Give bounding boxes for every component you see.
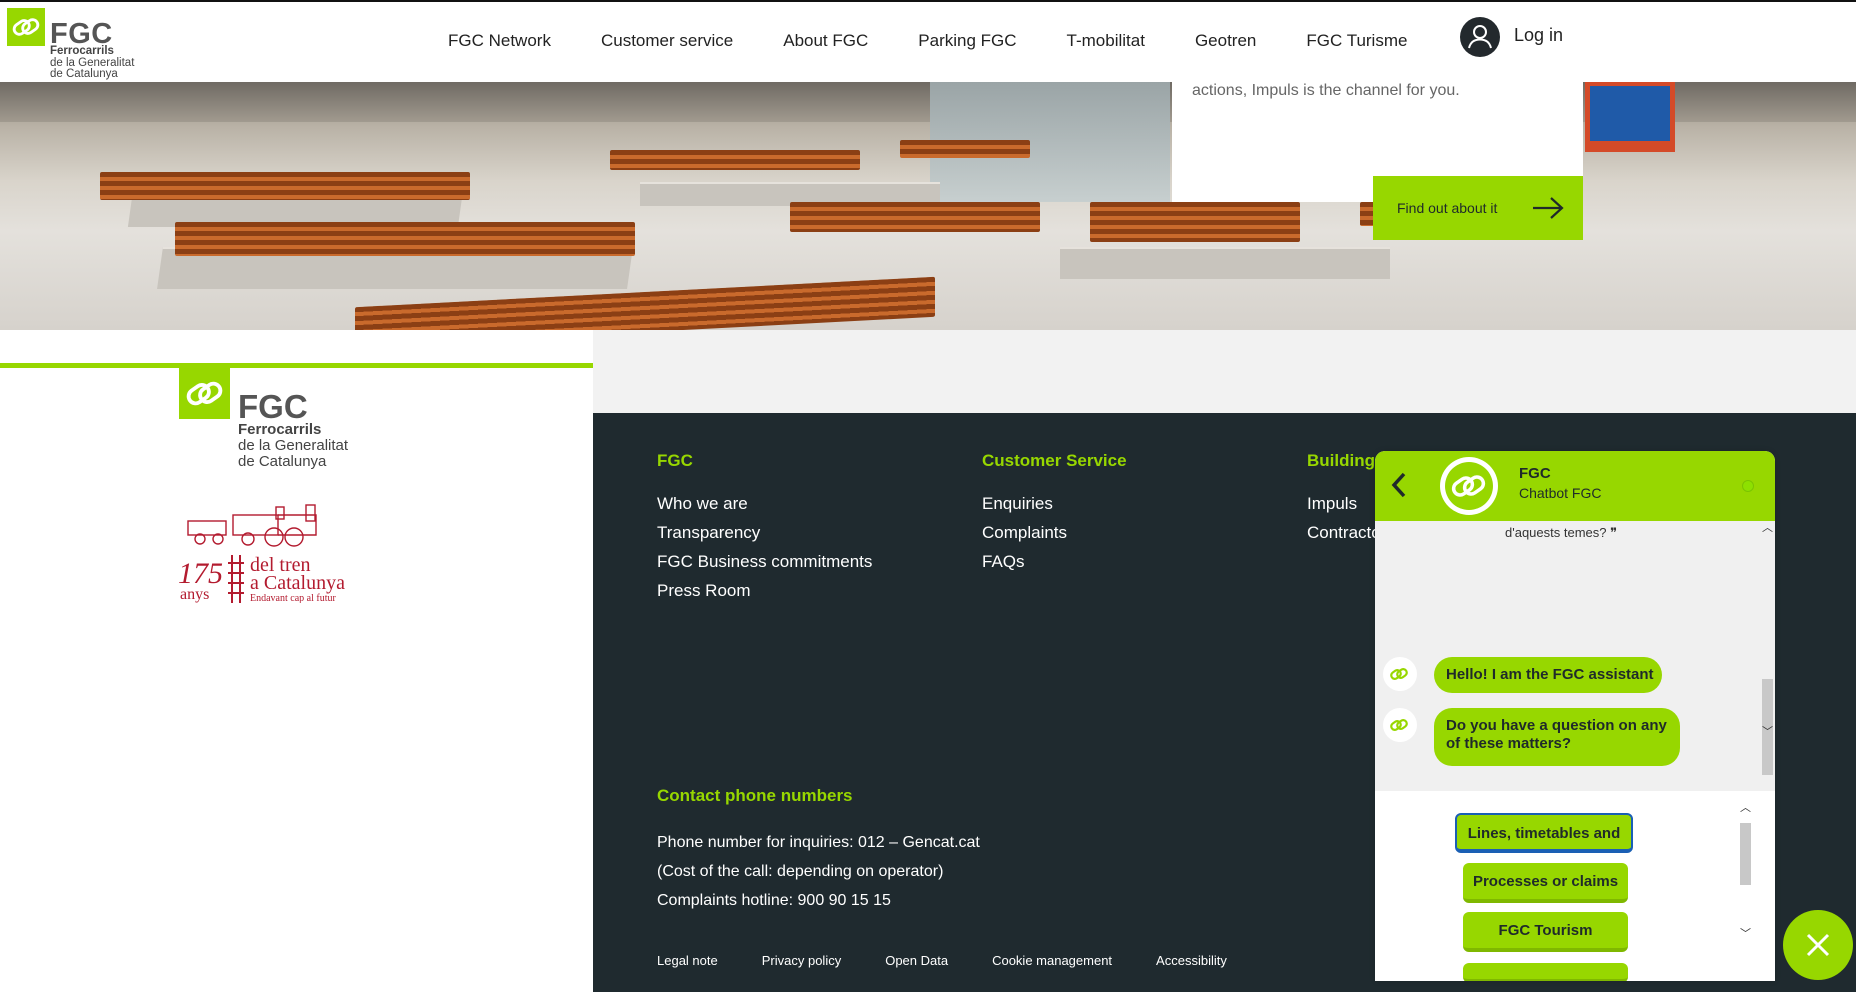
footer-logo-subtitle: Ferrocarrils de la Generalitat de Catalu… xyxy=(238,422,348,470)
footer-link-who-we-are[interactable]: Who we are xyxy=(657,493,872,514)
anniversary-line-2: a Catalunya xyxy=(250,572,345,594)
legal-links: Legal note Privacy policy Open Data Cook… xyxy=(657,953,1271,968)
login-link[interactable]: Log in xyxy=(1514,25,1563,46)
quick-replies-panel: Lines, timetables and fares Processes or… xyxy=(1375,791,1775,981)
promo-text: actions, Impuls is the channel for you. xyxy=(1192,82,1460,99)
chatbot-subtitle: Chatbot FGC xyxy=(1519,485,1602,501)
fgc-logo-icon[interactable] xyxy=(179,368,230,419)
footer-column-fgc: FGC Who we are Transparency FGC Business… xyxy=(657,451,872,609)
arrow-right-icon xyxy=(1533,197,1564,219)
footer-link-faqs[interactable]: FAQs xyxy=(982,551,1127,572)
scroll-down-icon[interactable]: ﹀ xyxy=(1762,727,1773,738)
nav-about-fgc[interactable]: About FGC xyxy=(783,31,868,51)
footer-link-enquiries[interactable]: Enquiries xyxy=(982,493,1127,514)
accessibility-link[interactable]: Accessibility xyxy=(1156,953,1227,968)
bot-avatar-icon xyxy=(1383,657,1417,691)
chatbot-title: FGC xyxy=(1519,465,1551,482)
hero-background-sign-blue xyxy=(1590,86,1670,141)
chat-close-button[interactable] xyxy=(1783,910,1853,980)
find-out-button[interactable]: Find out about it xyxy=(1373,176,1583,240)
contact-section: Contact phone numbers Phone number for i… xyxy=(657,786,980,915)
scroll-up-icon[interactable]: ︿ xyxy=(1740,803,1751,814)
find-out-button-label: Find out about it xyxy=(1397,200,1498,216)
bot-avatar-icon xyxy=(1383,708,1417,742)
footer-link-business-commitments[interactable]: FGC Business commitments xyxy=(657,551,872,572)
scroll-down-icon[interactable]: ﹀ xyxy=(1740,929,1751,940)
anniversary-unit: anys xyxy=(180,586,209,603)
contact-line-inquiries: Phone number for inquiries: 012 – Gencat… xyxy=(657,834,980,851)
online-status-dot xyxy=(1742,480,1754,492)
footer-link-impuls[interactable]: Impuls xyxy=(1307,493,1381,514)
option-lines-timetables-fares[interactable]: Lines, timetables and fares xyxy=(1455,813,1633,880)
options-scrollbar-thumb[interactable] xyxy=(1740,823,1751,885)
bench-back xyxy=(610,150,860,170)
option-more[interactable] xyxy=(1463,963,1628,981)
footer-heading-building: Building xyxy=(1307,451,1375,470)
nav-customer-service[interactable]: Customer service xyxy=(601,31,733,51)
user-icon[interactable] xyxy=(1460,17,1500,57)
bench-back xyxy=(100,172,470,200)
footer-column-customer-service: Customer Service Enquiries Complaints FA… xyxy=(982,451,1127,580)
bench-back xyxy=(900,140,1030,158)
chatbot-avatar xyxy=(1440,457,1498,515)
anniversary-175-logo: 175 anys del tren a Catalunya Endavant c… xyxy=(178,504,345,603)
logo-line-1: Ferrocarrils xyxy=(50,45,114,57)
chatbot-window: FGC Chatbot FGC d'aquests temes? ❞ Hello… xyxy=(1375,451,1775,981)
footer-heading-customer-service: Customer Service xyxy=(982,451,1127,470)
footer-link-transparency[interactable]: Transparency xyxy=(657,522,872,543)
close-icon xyxy=(1806,933,1830,957)
legal-note-link[interactable]: Legal note xyxy=(657,953,718,968)
footer-link-press-room[interactable]: Press Room xyxy=(657,580,872,601)
footer-logo-line-2: de la Generalitat xyxy=(238,437,349,454)
fgc-logo-icon[interactable] xyxy=(7,8,45,46)
chevron-left-icon[interactable] xyxy=(1389,471,1409,499)
nav-geotren[interactable]: Geotren xyxy=(1195,31,1256,51)
bench-back xyxy=(175,222,635,256)
main-nav: FGC Network Customer service About FGC P… xyxy=(448,31,1457,51)
nav-fgc-network[interactable]: FGC Network xyxy=(448,31,551,51)
footer-link-complaints[interactable]: Complaints xyxy=(982,522,1127,543)
previous-message-fragment: d'aquests temes? ❞ xyxy=(1505,525,1618,540)
footer-logo-line-3: de Catalunya xyxy=(238,453,327,470)
footer-link-contractors[interactable]: Contracto xyxy=(1307,522,1381,543)
bot-message-greeting: Hello! I am the FGC assistant xyxy=(1434,657,1662,693)
section-divider xyxy=(593,330,1856,413)
contact-line-complaints: Complaints hotline: 900 90 15 15 xyxy=(657,892,891,909)
fgc-logo-icon xyxy=(1445,462,1493,510)
contact-heading: Contact phone numbers xyxy=(657,786,853,805)
bench-back xyxy=(1090,202,1300,242)
contact-line-cost: (Cost of the call: depending on operator… xyxy=(657,863,944,880)
nav-fgc-turisme[interactable]: FGC Turisme xyxy=(1306,31,1407,51)
bench-back xyxy=(790,202,1040,232)
chat-message-list[interactable]: d'aquests temes? ❞ Hello! I am the FGC a… xyxy=(1375,521,1775,766)
option-processes-claims[interactable]: Processes or claims xyxy=(1463,863,1628,903)
bot-message-question: Do you have a question on any of these m… xyxy=(1434,708,1680,766)
anniversary-tagline: Endavant cap al futur xyxy=(250,593,336,603)
privacy-policy-link[interactable]: Privacy policy xyxy=(762,953,841,968)
footer-brand-panel: FGC Ferrocarrils de la Generalitat de Ca… xyxy=(0,363,593,992)
footer-column-building: Building Impuls Contracto xyxy=(1307,451,1381,551)
options-scrollbar[interactable]: ︿ ﹀ xyxy=(1738,801,1753,941)
chatbot-header: FGC Chatbot FGC xyxy=(1375,451,1775,521)
nav-t-mobilitat[interactable]: T-mobilitat xyxy=(1067,31,1145,51)
bench-seat xyxy=(1060,247,1390,279)
footer-heading-fgc: FGC xyxy=(657,451,693,470)
open-data-link[interactable]: Open Data xyxy=(885,953,948,968)
chat-scrollbar[interactable]: ︿ ﹀ xyxy=(1760,521,1775,775)
scroll-up-icon[interactable]: ︿ xyxy=(1762,523,1773,534)
option-fgc-tourism[interactable]: FGC Tourism xyxy=(1463,912,1628,952)
top-navigation-bar: FGC Ferrocarrils de la Generalitat de Ca… xyxy=(0,0,1856,82)
nav-parking-fgc[interactable]: Parking FGC xyxy=(918,31,1016,51)
footer-logo-line-1: Ferrocarrils xyxy=(238,421,322,438)
logo-line-3: de Catalunya xyxy=(50,68,118,80)
cookie-management-link[interactable]: Cookie management xyxy=(992,953,1112,968)
logo-subtitle: Ferrocarrils de la Generalitat de Catalu… xyxy=(50,45,134,81)
